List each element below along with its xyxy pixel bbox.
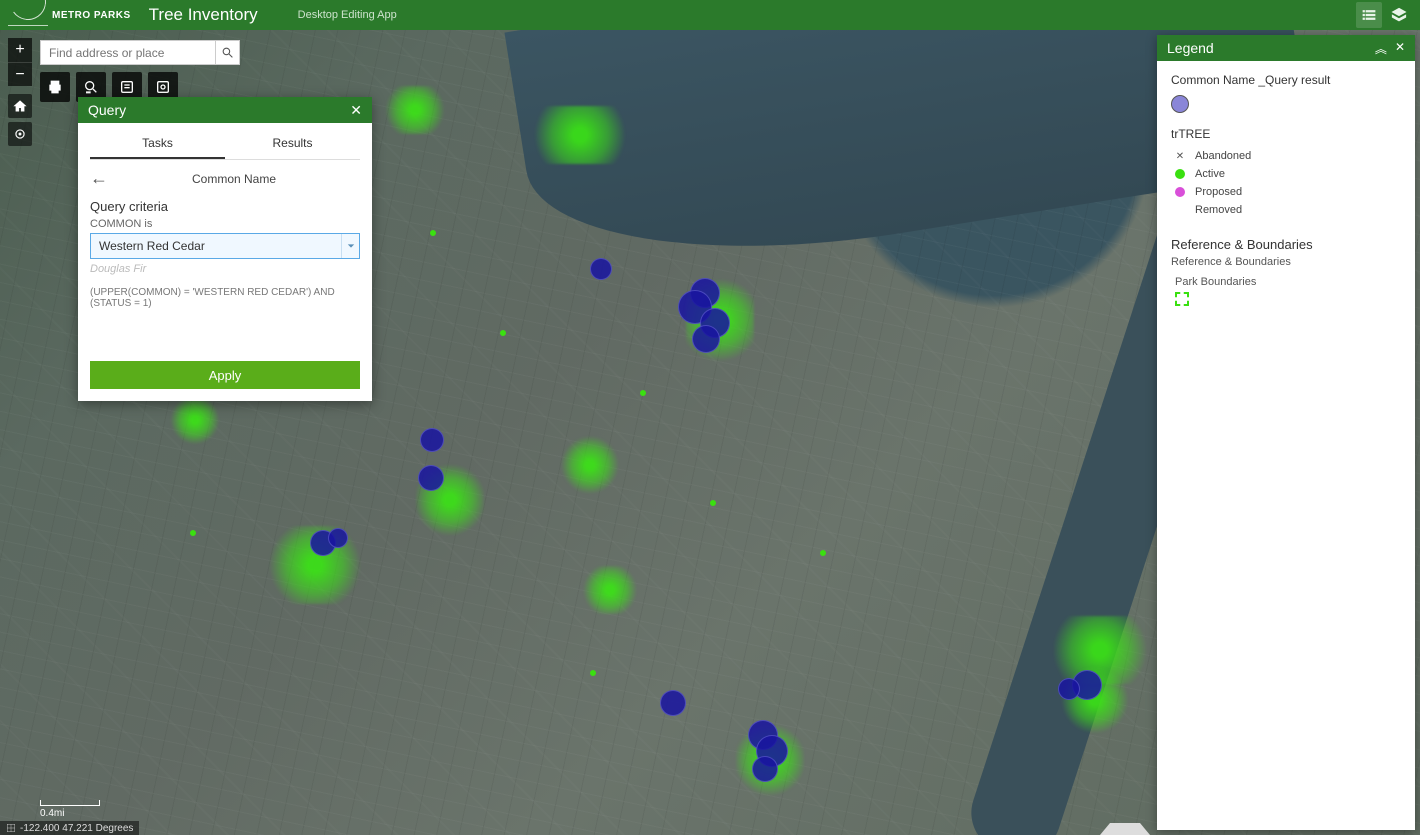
query-value-dropdown-button[interactable] [341, 234, 359, 258]
locate-icon [13, 127, 27, 141]
legend-item-abandoned: Abandoned [1175, 147, 1401, 165]
legend-query-symbol [1171, 95, 1189, 113]
search-icon [221, 46, 234, 59]
abandoned-symbol [1175, 151, 1185, 161]
legend-collapse-button[interactable]: ︽ [1375, 40, 1387, 57]
app-subtitle: Desktop Editing App [298, 9, 397, 21]
search-widget [40, 40, 240, 65]
zoom-controls: + − [8, 38, 32, 86]
query-task-name: Common Name [108, 172, 360, 186]
legend-park-label: Park Boundaries [1175, 276, 1401, 288]
query-hint: Douglas Fir [90, 263, 360, 275]
zoom-out-button[interactable]: − [8, 62, 32, 86]
query-panel: Query ✕ Tasks Results ← Common Name Quer… [78, 97, 372, 401]
filter-search-icon [83, 79, 99, 95]
home-icon [13, 99, 27, 113]
legend-item-removed: Removed [1175, 201, 1401, 219]
app-title: Tree Inventory [149, 5, 258, 25]
logo: METRO PARKS [8, 4, 131, 26]
active-symbol [1175, 169, 1185, 179]
proposed-symbol [1175, 187, 1185, 197]
note-icon [119, 79, 135, 95]
legend-reference-title: Reference & Boundaries [1171, 237, 1401, 252]
park-boundary-symbol [1175, 292, 1189, 306]
query-value-combo [90, 233, 360, 259]
legend-query-layer: Common Name _Query result [1171, 73, 1401, 87]
query-tabs: Tasks Results [90, 129, 360, 160]
print-icon [47, 79, 63, 95]
legend-header[interactable]: Legend ︽ ✕ [1157, 35, 1415, 61]
legend-close-button[interactable]: ✕ [1395, 40, 1405, 57]
coords-text: -122.400 47.221 Degrees [20, 823, 133, 834]
query-field-label: COMMON is [90, 218, 360, 230]
scale-label: 0.4mi [40, 808, 64, 819]
query-panel-header[interactable]: Query ✕ [78, 97, 372, 123]
logo-text: METRO PARKS [52, 10, 131, 21]
legend-item-proposed: Proposed [1175, 183, 1401, 201]
locate-button[interactable] [8, 122, 32, 146]
app-header: METRO PARKS Tree Inventory Desktop Editi… [0, 0, 1420, 30]
zoom-in-button[interactable]: + [8, 38, 32, 62]
legend-reference-sub: Reference & Boundaries [1171, 256, 1401, 268]
tab-tasks[interactable]: Tasks [90, 129, 225, 159]
list-icon [1360, 6, 1378, 24]
print-button[interactable] [40, 72, 70, 102]
attribution-toggle[interactable] [1100, 823, 1150, 835]
layers-button[interactable] [1386, 2, 1412, 28]
query-criteria-label: Query criteria [90, 199, 360, 214]
query-apply-button[interactable]: Apply [90, 361, 360, 389]
legend-title: Legend [1167, 40, 1214, 56]
removed-symbol [1175, 205, 1185, 215]
legend-toggle-button[interactable] [1356, 2, 1382, 28]
scale-bar: 0.4mi [40, 800, 100, 819]
search-button[interactable] [216, 40, 240, 65]
chevron-down-icon [347, 242, 355, 250]
crosshair-icon [6, 823, 16, 833]
legend-panel: Legend ︽ ✕ Common Name _Query result trT… [1157, 35, 1415, 830]
query-back-button[interactable]: ← [90, 168, 108, 189]
legend-tree-layer: trTREE [1171, 127, 1401, 141]
query-value-input[interactable] [91, 234, 341, 258]
layers-icon [1390, 6, 1408, 24]
map-canvas[interactable]: + − Query ✕ Tasks Res [0, 30, 1420, 835]
logo-mark [8, 4, 48, 26]
coordinate-readout: -122.400 47.221 Degrees [0, 821, 139, 835]
home-extent-button[interactable] [8, 94, 32, 118]
legend-item-active: Active [1175, 165, 1401, 183]
tab-results[interactable]: Results [225, 129, 360, 159]
query-sql: (UPPER(COMMON) = 'WESTERN RED CEDAR') AN… [90, 287, 360, 309]
search-input[interactable] [40, 40, 216, 65]
query-panel-close[interactable]: ✕ [350, 102, 362, 119]
query-panel-title: Query [88, 102, 126, 118]
gear-frame-icon [155, 79, 171, 95]
